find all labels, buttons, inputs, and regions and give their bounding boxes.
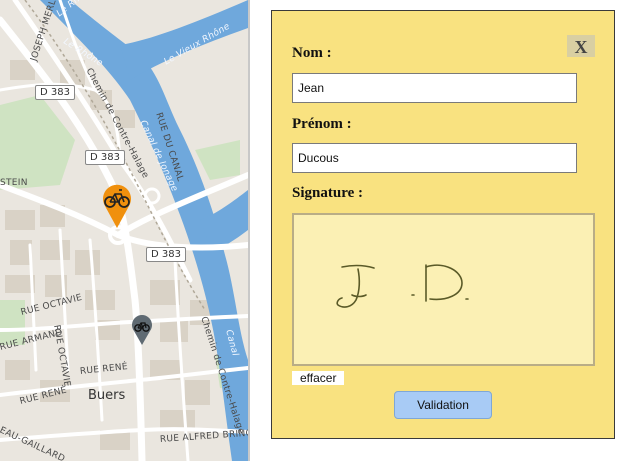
bike-station-icon <box>103 184 131 228</box>
nom-label: Nom : <box>292 45 332 61</box>
bike-station-marker[interactable] <box>130 314 154 346</box>
clear-signature-button[interactable]: effacer <box>292 371 345 385</box>
nom-field[interactable]: Jean <box>292 73 577 103</box>
road-shield: D 383 <box>85 150 125 165</box>
prenom-label: Prénom : <box>292 116 352 132</box>
map-view[interactable]: JOSEPH MERLIN Chemin de Contre-Halage RU… <box>0 0 248 461</box>
signature-label: Signature : <box>292 185 363 201</box>
place-label: Buers <box>88 388 126 403</box>
close-button[interactable]: X <box>567 35 595 57</box>
signature-pad[interactable] <box>292 213 595 366</box>
bike-station-icon <box>132 315 152 345</box>
road-shield: D 383 <box>146 247 186 262</box>
road-shield: D 383 <box>35 85 75 100</box>
panel-divider <box>248 0 250 461</box>
prenom-field[interactable]: Ducous <box>292 143 577 173</box>
bike-station-marker[interactable] <box>99 180 135 230</box>
street-label: STEIN <box>0 178 28 188</box>
signature-drawing <box>336 264 469 308</box>
submit-button[interactable]: Validation <box>394 391 492 419</box>
signature-form: X Nom : Jean Prénom : Ducous Signature :… <box>271 10 615 439</box>
